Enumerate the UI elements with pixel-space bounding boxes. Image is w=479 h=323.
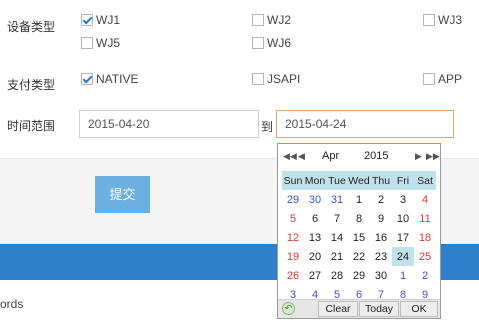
ok-button[interactable]: OK: [400, 301, 438, 317]
calendar-year[interactable]: 2015: [364, 148, 388, 164]
submit-button[interactable]: 提交: [95, 176, 150, 213]
checkbox-wj3[interactable]: WJ3: [423, 13, 462, 27]
calendar-day[interactable]: 1: [348, 190, 370, 209]
calendar-day[interactable]: 30: [370, 266, 392, 285]
calendar-day[interactable]: 17: [392, 228, 414, 247]
clear-button[interactable]: Clear: [318, 301, 358, 317]
calendar-day[interactable]: 20: [304, 247, 326, 266]
checkbox-icon[interactable]: [252, 14, 264, 26]
double-chevron-left-icon[interactable]: ◀◀: [283, 148, 297, 164]
calendar-day[interactable]: 2: [414, 266, 436, 285]
calendar-day[interactable]: 25: [414, 247, 436, 266]
calendar-footer: ↶ Clear Today OK: [278, 299, 440, 318]
device-type-label: 设备类型: [7, 20, 56, 34]
checkbox-label: WJ3: [438, 13, 462, 27]
checkbox-wj2[interactable]: WJ2: [252, 13, 291, 27]
calendar-day[interactable]: 2: [370, 190, 392, 209]
checkbox-label: JSAPI: [267, 72, 301, 86]
calendar-day[interactable]: 30: [304, 190, 326, 209]
clear-icon[interactable]: ↶: [282, 302, 295, 315]
double-chevron-right-icon[interactable]: ▶▶: [426, 148, 440, 164]
calendar-day[interactable]: 27: [304, 266, 326, 285]
calendar-day[interactable]: 12: [282, 228, 304, 247]
calendar-day[interactable]: 22: [348, 247, 370, 266]
today-button[interactable]: Today: [359, 301, 399, 317]
calendar-day[interactable]: 15: [348, 228, 370, 247]
checkbox-wj5[interactable]: WJ5: [81, 36, 120, 50]
calendar-day[interactable]: 18: [414, 228, 436, 247]
calendar-day[interactable]: 6: [304, 209, 326, 228]
calendar-day[interactable]: 1: [392, 266, 414, 285]
calendar-day[interactable]: 19: [282, 247, 304, 266]
calendar-day[interactable]: 28: [326, 266, 348, 285]
calendar-day[interactable]: 11: [414, 209, 436, 228]
end-date-input[interactable]: 2015-04-24: [276, 110, 454, 138]
calendar-day[interactable]: 23: [370, 247, 392, 266]
calendar-day[interactable]: 4: [414, 190, 436, 209]
checkbox-wj1[interactable]: WJ1: [81, 13, 120, 27]
weekday-header: Sat: [414, 171, 436, 190]
calendar-day[interactable]: 29: [282, 190, 304, 209]
calendar-day[interactable]: 21: [326, 247, 348, 266]
checkbox-icon[interactable]: [81, 73, 93, 85]
calendar-grid: Sun Mon Tue Wed Thu Fri Sat 29 30 31 1 2 3 4 5 6 7 8 9 10 1…: [282, 171, 436, 304]
calendar-day[interactable]: 26: [282, 266, 304, 285]
weekday-header: Fri: [392, 171, 414, 190]
weekday-header: Sun: [282, 171, 304, 190]
checkbox-icon[interactable]: [81, 37, 93, 49]
chevron-left-icon[interactable]: ◀: [298, 148, 305, 164]
calendar-day[interactable]: 24: [392, 247, 414, 266]
records-text: ords: [0, 297, 24, 311]
checkbox-label: WJ2: [267, 13, 291, 27]
checkbox-label: WJ6: [267, 36, 291, 50]
checkbox-native[interactable]: NATIVE: [81, 72, 138, 86]
calendar-month[interactable]: Apr: [322, 148, 339, 164]
checkbox-jsapi[interactable]: JSAPI: [252, 72, 300, 86]
payment-type-label: 支付类型: [7, 78, 56, 92]
checkbox-icon[interactable]: [81, 14, 93, 26]
start-date-input[interactable]: 2015-04-20: [79, 110, 259, 138]
checkbox-label: APP: [438, 72, 463, 86]
checkbox-wj6[interactable]: WJ6: [252, 36, 291, 50]
calendar-day[interactable]: 16: [370, 228, 392, 247]
weekday-header: Mon: [304, 171, 326, 190]
calendar-day[interactable]: 31: [326, 190, 348, 209]
chevron-right-icon[interactable]: ▶: [415, 148, 422, 164]
weekday-header: Tue: [326, 171, 348, 190]
checkbox-app[interactable]: APP: [423, 72, 462, 86]
calendar-day[interactable]: 8: [348, 209, 370, 228]
calendar-day[interactable]: 7: [326, 209, 348, 228]
checkbox-icon[interactable]: [423, 14, 435, 26]
calendar-day[interactable]: 13: [304, 228, 326, 247]
weekday-header: Wed: [348, 171, 370, 190]
range-separator: 到: [261, 120, 274, 134]
time-range-label: 时间范围: [7, 119, 56, 133]
checkbox-label: NATIVE: [96, 72, 139, 86]
checkbox-icon[interactable]: [252, 37, 264, 49]
calendar-day[interactable]: 5: [282, 209, 304, 228]
checkbox-icon[interactable]: [423, 73, 435, 85]
calendar-day[interactable]: 10: [392, 209, 414, 228]
checkbox-icon[interactable]: [252, 73, 264, 85]
checkbox-label: WJ1: [96, 13, 120, 27]
calendar-day[interactable]: 9: [370, 209, 392, 228]
calendar-day[interactable]: 29: [348, 266, 370, 285]
date-picker-popup: ◀◀ ◀ Apr 2015 ▶ ▶▶ Sun Mon Tue Wed Thu Fri Sat…: [277, 143, 441, 319]
calendar-day[interactable]: 3: [392, 190, 414, 209]
weekday-header: Thu: [370, 171, 392, 190]
checkbox-label: WJ5: [96, 36, 120, 50]
calendar-day[interactable]: 14: [326, 228, 348, 247]
